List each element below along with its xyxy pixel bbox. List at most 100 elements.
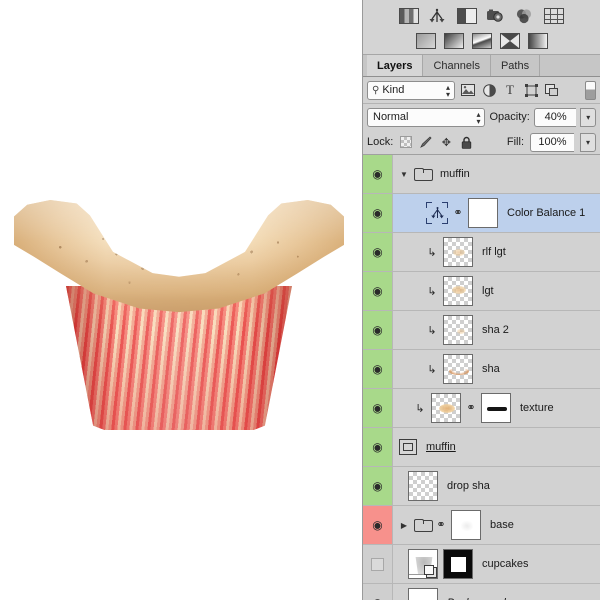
color-balance-grid-icon[interactable]: [544, 8, 564, 24]
layer-thumbnail[interactable]: [408, 549, 438, 579]
layer-thumbnail[interactable]: [443, 315, 473, 345]
threshold-icon[interactable]: [527, 33, 548, 49]
eye-icon: ◉: [372, 362, 383, 376]
layer-name[interactable]: lgt: [482, 285, 494, 297]
tab-paths[interactable]: Paths: [490, 55, 541, 76]
layer-name[interactable]: sha 2: [482, 324, 509, 336]
layer-row-muffin-group[interactable]: ◉ ▼ muffin: [363, 155, 600, 194]
smart-object-frame-icon[interactable]: [399, 439, 417, 455]
visibility-toggle[interactable]: ◉: [363, 350, 393, 388]
visibility-toggle[interactable]: ◉: [363, 233, 393, 271]
lock-all-icon[interactable]: [459, 135, 473, 149]
layer-name[interactable]: muffin: [440, 168, 470, 180]
layer-row-texture[interactable]: ◉ ↳ ⚭ texture: [363, 389, 600, 428]
right-panel-dock: Layers Channels Paths ⚲ Kind ▴ ▾ T Norma…: [362, 0, 600, 600]
document-canvas[interactable]: [0, 0, 362, 600]
layer-row-sha[interactable]: ◉ ↳ sha: [363, 350, 600, 389]
layer-thumbnail[interactable]: [408, 588, 438, 600]
chevron-updown-icon: ▴ ▾: [445, 82, 450, 99]
layer-name[interactable]: muffin: [426, 441, 456, 453]
link-icon[interactable]: ⚭: [466, 402, 476, 414]
layer-row-background[interactable]: ◉ Background: [363, 584, 600, 600]
layer-thumbnail[interactable]: [443, 276, 473, 306]
visibility-toggle[interactable]: ◉: [363, 272, 393, 310]
exposure-icon[interactable]: [486, 8, 506, 24]
folder-icon: [414, 518, 433, 532]
visibility-toggle[interactable]: ◉: [363, 584, 393, 600]
invert-icon[interactable]: [499, 33, 520, 49]
layer-name[interactable]: texture: [520, 402, 554, 414]
layers-list[interactable]: ◉ ▼ muffin ◉ ⚭ Color Balance 1 ◉ ↳ rlf l…: [363, 155, 600, 600]
panel-tab-bar: Layers Channels Paths: [363, 55, 600, 77]
layer-thumbnail[interactable]: [431, 393, 461, 423]
filter-kind-select[interactable]: ⚲ Kind ▴ ▾: [367, 80, 455, 100]
layer-mask-thumbnail[interactable]: [481, 393, 511, 423]
opacity-input[interactable]: 40%: [533, 107, 577, 127]
layer-row-sha-2[interactable]: ◉ ↳ sha 2: [363, 311, 600, 350]
fill-input[interactable]: 100%: [530, 132, 574, 152]
layer-row-color-balance-1[interactable]: ◉ ⚭ Color Balance 1: [363, 194, 600, 233]
layer-mask-thumbnail[interactable]: [443, 549, 473, 579]
layer-row-body: Background: [393, 584, 600, 600]
filter-shape-layers-icon[interactable]: [523, 82, 539, 98]
tab-channels[interactable]: Channels: [423, 55, 491, 76]
lock-transparent-pixels-icon[interactable]: [399, 135, 413, 149]
layer-row-rlf-lgt[interactable]: ◉ ↳ rlf lgt: [363, 233, 600, 272]
color-balance-adjustment-icon[interactable]: [426, 202, 448, 224]
photo-filter-icon[interactable]: [443, 33, 464, 49]
visibility-toggle[interactable]: ◉: [363, 311, 393, 349]
visibility-toggle[interactable]: ◉: [363, 194, 393, 232]
filter-type-layers-icon[interactable]: T: [502, 82, 518, 98]
visibility-toggle[interactable]: ◉: [363, 389, 393, 427]
visibility-toggle[interactable]: ◉: [363, 155, 393, 193]
layer-name[interactable]: cupcakes: [482, 558, 528, 570]
group-mask-thumbnail[interactable]: [451, 510, 481, 540]
chevron-down-icon[interactable]: ▼: [399, 170, 409, 179]
visibility-toggle[interactable]: [363, 545, 393, 583]
link-icon[interactable]: ⚭: [436, 519, 446, 531]
layer-mask-thumbnail[interactable]: [468, 198, 498, 228]
layer-row-lgt[interactable]: ◉ ↳ lgt: [363, 272, 600, 311]
gradient-map-icon[interactable]: [415, 33, 436, 49]
layer-row-body: ↳ sha 2: [393, 311, 600, 349]
filter-smart-objects-icon[interactable]: [544, 82, 560, 98]
tab-layers[interactable]: Layers: [367, 55, 424, 76]
layer-row-cupcakes[interactable]: cupcakes: [363, 545, 600, 584]
chevron-right-icon[interactable]: ▶: [399, 521, 409, 530]
visibility-toggle[interactable]: ◉: [363, 467, 393, 505]
fill-dropdown-arrow[interactable]: ▾: [580, 132, 596, 152]
link-icon[interactable]: ⚭: [453, 207, 463, 219]
visibility-toggle[interactable]: ◉: [363, 428, 393, 466]
lock-image-pixels-brush-icon[interactable]: [419, 135, 433, 149]
curves-icon[interactable]: [457, 8, 477, 24]
layer-row-base-group[interactable]: ◉ ▶ ⚭ base: [363, 506, 600, 545]
brightness-contrast-icon[interactable]: [399, 8, 419, 24]
filter-pixel-layers-icon[interactable]: [460, 82, 476, 98]
layer-row-drop-sha[interactable]: ◉ drop sha: [363, 467, 600, 506]
adjustments-row-2: [363, 29, 600, 53]
adjustments-row-1: [363, 4, 600, 28]
layer-name[interactable]: base: [490, 519, 514, 531]
layer-name[interactable]: rlf lgt: [482, 246, 506, 258]
filter-adjustment-layers-icon[interactable]: [481, 82, 497, 98]
layer-thumbnail[interactable]: [443, 354, 473, 384]
layer-name[interactable]: Color Balance 1: [507, 207, 585, 219]
layer-name[interactable]: drop sha: [447, 480, 490, 492]
layer-row-body: cupcakes: [393, 545, 600, 583]
layer-thumbnail[interactable]: [443, 237, 473, 267]
blend-mode-select[interactable]: Normal ▴ ▾: [367, 107, 486, 127]
layer-row-muffin-smart-object[interactable]: ◉ muffin: [363, 428, 600, 467]
vibrance-icon[interactable]: [515, 8, 535, 24]
layer-row-body: muffin: [393, 428, 600, 466]
adjustments-panel: [363, 0, 600, 55]
lock-position-move-icon[interactable]: ✥: [439, 135, 453, 149]
filter-enable-toggle[interactable]: [585, 80, 596, 100]
layer-thumbnail[interactable]: [408, 471, 438, 501]
channel-mixer-icon[interactable]: [471, 33, 492, 49]
eye-icon: ◉: [372, 440, 383, 454]
clipping-mask-arrow-icon: ↳: [427, 324, 437, 337]
layer-name[interactable]: sha: [482, 363, 500, 375]
visibility-toggle[interactable]: ◉: [363, 506, 393, 544]
opacity-dropdown-arrow[interactable]: ▾: [580, 107, 596, 127]
levels-icon[interactable]: [428, 8, 448, 24]
